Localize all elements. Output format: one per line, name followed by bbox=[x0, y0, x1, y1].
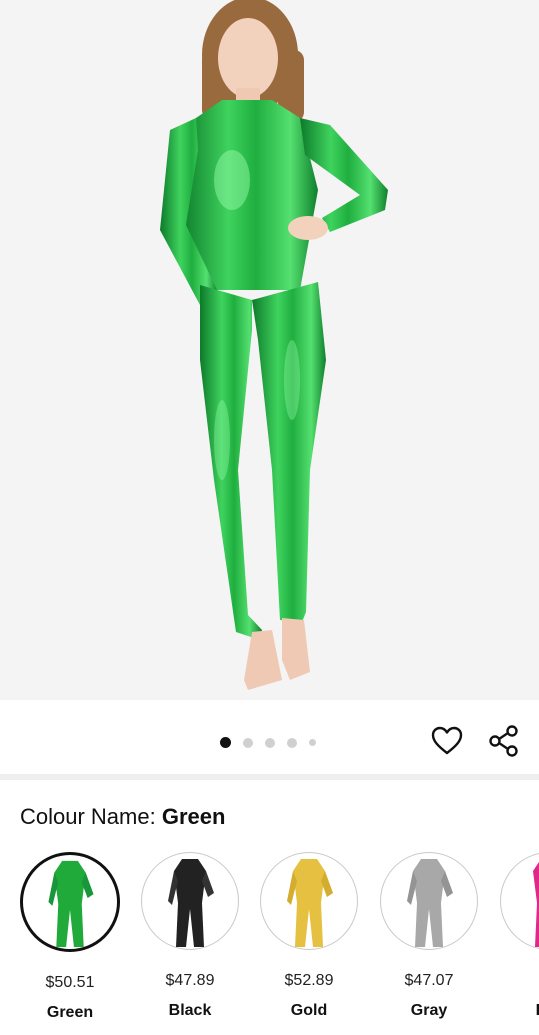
swatch-price: $47.07 bbox=[404, 972, 454, 989]
catsuit-thumbnail bbox=[533, 862, 539, 947]
section-divider bbox=[0, 774, 539, 780]
swatch-name: Gold bbox=[290, 1002, 328, 1019]
colour-swatch-list: $50.51 Green $47.89 Black $52.89 Gold $4… bbox=[0, 852, 539, 1035]
swatch-thumbnail bbox=[500, 852, 539, 950]
swatch-black[interactable]: $47.89 Black bbox=[135, 852, 245, 1020]
swatch-thumbnail bbox=[141, 852, 239, 950]
swatch-hot-pink[interactable]: $4 Hot bbox=[494, 852, 539, 1020]
share-button[interactable] bbox=[487, 724, 521, 758]
carousel-dot-2[interactable] bbox=[243, 737, 253, 748]
carousel-dot-3[interactable] bbox=[265, 737, 275, 748]
wishlist-button[interactable] bbox=[430, 724, 464, 758]
colour-name-label: Colour Name: bbox=[20, 804, 162, 829]
heart-icon bbox=[431, 726, 463, 755]
share-icon bbox=[489, 725, 518, 757]
colour-name-value: Green bbox=[161, 804, 226, 829]
catsuit-thumbnail bbox=[407, 859, 453, 947]
swatch-price: $47.89 bbox=[165, 972, 215, 989]
swatch-green[interactable]: $50.51 Green bbox=[15, 852, 125, 1022]
image-controls-bar bbox=[0, 700, 539, 774]
swatch-price: $50.51 bbox=[45, 974, 95, 991]
swatch-gray[interactable]: $47.07 Gray bbox=[374, 852, 484, 1020]
carousel-dot-4[interactable] bbox=[287, 737, 297, 748]
swatch-name: Gray bbox=[410, 1002, 448, 1019]
swatch-thumbnail bbox=[260, 852, 358, 950]
catsuit-illustration bbox=[160, 0, 388, 690]
swatch-name: Hot bbox=[494, 1002, 539, 1020]
carousel-dot-5[interactable] bbox=[309, 739, 316, 746]
catsuit-thumbnail bbox=[287, 859, 333, 947]
swatch-price: $4 bbox=[494, 972, 539, 990]
catsuit-thumbnail bbox=[48, 860, 94, 948]
carousel-indicator[interactable] bbox=[220, 737, 328, 748]
swatch-thumbnail bbox=[20, 852, 120, 952]
catsuit-thumbnail bbox=[168, 859, 214, 947]
swatch-name: Green bbox=[46, 1004, 94, 1021]
colour-name: Colour Name: Green bbox=[20, 804, 225, 830]
carousel-dot-1[interactable] bbox=[220, 737, 231, 748]
product-image[interactable] bbox=[0, 0, 539, 700]
swatch-thumbnail bbox=[380, 852, 478, 950]
swatch-gold[interactable]: $52.89 Gold bbox=[254, 852, 364, 1020]
swatch-price: $52.89 bbox=[284, 972, 334, 989]
swatch-name: Black bbox=[168, 1002, 212, 1019]
